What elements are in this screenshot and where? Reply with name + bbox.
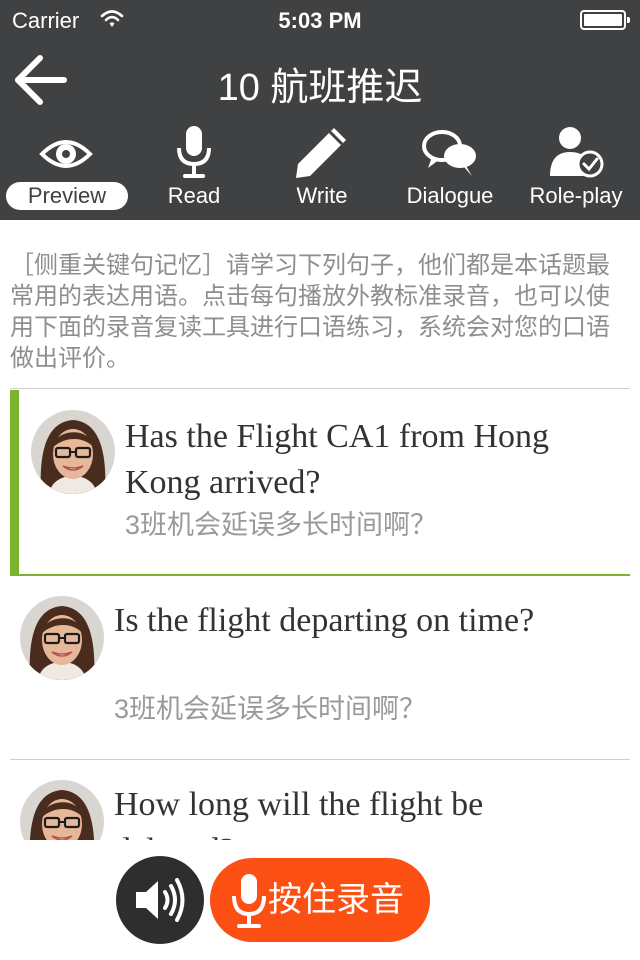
page-title: 10 航班推迟 [217,67,423,109]
tab-role-play[interactable]: Role-play [512,120,640,216]
teacher-photo [20,596,104,680]
avatar [31,410,115,494]
teacher-photo [31,410,115,494]
tab-role-play-label: Role-play [529,183,623,208]
tab-dialogue-label: Dialogue [406,183,494,208]
sentence-item[interactable]: Is the flight departing on time? 3班机会延误多… [10,576,630,758]
tab-dialogue[interactable]: Dialogue [386,120,514,216]
microphone-icon [232,874,266,928]
app-header: Carrier 5:03 PM 10 航班推迟 Preview Read Wri… [0,0,640,220]
hold-to-record-button[interactable]: 按住录音 [210,858,430,942]
divider [10,388,630,389]
avatar [20,596,104,680]
status-bar: Carrier 5:03 PM [0,0,640,40]
sentence-english: Has the Flight CA1 from Hong Kong arrive… [125,418,550,501]
record-button-label: 按住录音 [268,881,404,919]
speaker-icon [136,878,185,922]
eye-icon [39,140,93,168]
user-check-icon [550,127,604,178]
tab-write-label: Write [296,183,348,208]
sentence-item[interactable]: Has the Flight CA1 from Hong Kong arrive… [10,390,630,576]
clock: 5:03 PM [278,8,362,33]
tab-preview[interactable]: Preview [2,120,130,216]
tab-read-label: Read [167,183,221,208]
sentence-chinese: 3班机会延误多长时间啊？ [114,694,427,724]
play-audio-button[interactable] [116,856,204,944]
sentence-english: Is the flight departing on time? [114,602,535,639]
tab-write[interactable]: Write [258,120,386,216]
tab-read[interactable]: Read [130,120,258,216]
pencil-icon [296,128,346,178]
sentence-chinese: 3班机会延误多长时间啊？ [125,510,438,540]
tab-preview-label: Preview [6,182,128,210]
chat-bubbles-icon [422,130,476,176]
battery-icon [580,10,630,30]
microphone-icon [177,126,211,178]
instructions-text: ［侧重关键句记忆］请学习下列句子，他们都是本话题最常用的表达用语。点击每句播放外… [10,252,610,372]
